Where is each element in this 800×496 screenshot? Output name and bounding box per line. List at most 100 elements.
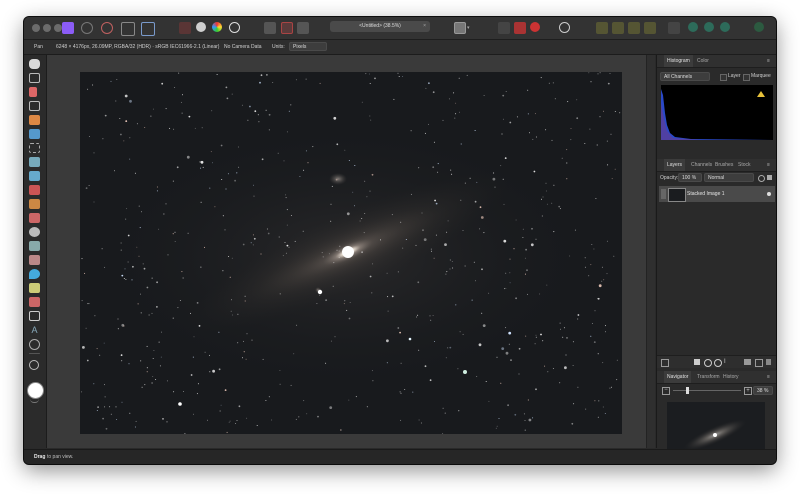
hand-tool-icon[interactable] xyxy=(29,59,40,69)
tab-color[interactable]: Color xyxy=(697,55,709,67)
photo-persona-icon[interactable] xyxy=(62,22,74,34)
liquify-persona-icon[interactable] xyxy=(81,22,93,34)
boolean-add-icon[interactable] xyxy=(688,22,698,32)
primary-color-swatch[interactable] xyxy=(27,382,44,399)
astro-photo[interactable] xyxy=(80,72,622,434)
arrange-icon[interactable] xyxy=(596,22,608,34)
minimize-window-button[interactable] xyxy=(43,24,51,32)
tone-mapping-persona-icon[interactable] xyxy=(121,22,135,36)
sharpen-brush-icon[interactable] xyxy=(29,269,40,279)
star xyxy=(590,335,592,337)
pen-tool-icon[interactable] xyxy=(29,283,40,293)
units-select[interactable]: Pixels xyxy=(289,42,327,51)
tab-layers[interactable]: Layers xyxy=(664,159,686,171)
paint-brush-icon[interactable] xyxy=(29,171,40,181)
blur-brush-icon[interactable] xyxy=(29,255,40,265)
zoom-value: 38 % xyxy=(757,388,769,394)
tab-navigator[interactable]: Navigator xyxy=(664,371,692,383)
mode-mask-icon[interactable] xyxy=(264,22,276,34)
zoom-field[interactable]: 38 % xyxy=(753,386,773,395)
layers-panel-menu-icon[interactable]: ≡ xyxy=(767,159,770,171)
erase-brush-icon[interactable] xyxy=(29,185,40,195)
develop-persona-icon[interactable] xyxy=(101,22,113,34)
view-mode-icon[interactable] xyxy=(454,22,466,34)
tab-histogram[interactable]: Histogram xyxy=(664,55,693,67)
recording-icon[interactable] xyxy=(530,22,540,32)
brush-layer-icon[interactable]: I xyxy=(724,359,730,365)
tab-channels[interactable]: Channels xyxy=(691,159,712,171)
channels-select[interactable]: All Channels xyxy=(660,72,710,81)
star xyxy=(226,431,228,433)
layer-expand-icon[interactable] xyxy=(661,189,666,199)
rectangle-tool-icon[interactable] xyxy=(29,311,40,321)
zoom-tool-icon[interactable] xyxy=(29,360,39,370)
blend-mode-select[interactable]: Normal xyxy=(704,173,754,182)
lock-icon[interactable] xyxy=(767,175,772,180)
white-balance-icon[interactable] xyxy=(229,22,240,33)
close-tab-icon[interactable]: × xyxy=(423,21,426,32)
mode-select-icon[interactable] xyxy=(297,22,309,34)
layer-options-icon[interactable] xyxy=(661,359,669,367)
flood-select-icon[interactable] xyxy=(29,129,40,139)
tab-history[interactable]: History xyxy=(723,371,739,383)
marquee-tool-icon[interactable] xyxy=(29,143,40,153)
zoom-window-button[interactable] xyxy=(54,24,62,32)
star xyxy=(190,374,193,376)
move-tool-icon[interactable] xyxy=(29,73,40,83)
delete-layer-icon[interactable] xyxy=(766,359,771,365)
snapping-icon[interactable] xyxy=(514,22,526,34)
chevron-down-icon[interactable]: ▾ xyxy=(467,26,472,31)
zoom-in-button[interactable]: + xyxy=(744,387,752,395)
canvas-area[interactable] xyxy=(47,55,655,448)
gear-icon[interactable] xyxy=(758,175,765,182)
align-icon[interactable] xyxy=(668,22,680,34)
tab-brushes[interactable]: Brushes xyxy=(715,159,733,171)
mesh-warp-icon[interactable] xyxy=(29,339,40,350)
panel-menu-icon[interactable]: ≡ xyxy=(767,55,770,67)
arrange-back-icon[interactable] xyxy=(644,22,656,34)
zoom-out-button[interactable]: − xyxy=(662,387,670,395)
dodge-brush-icon[interactable] xyxy=(29,199,40,209)
swap-colors-icon[interactable] xyxy=(30,399,39,403)
live-filter-icon[interactable] xyxy=(714,359,722,367)
group-layers-icon[interactable] xyxy=(744,359,751,365)
zoom-slider-thumb[interactable] xyxy=(686,387,689,394)
clone-brush-icon[interactable] xyxy=(29,213,40,223)
marquee-checkbox[interactable] xyxy=(743,74,750,81)
mask-layer-icon[interactable] xyxy=(694,359,700,365)
text-tool-icon[interactable]: A xyxy=(29,325,40,335)
vertical-scrollbar[interactable] xyxy=(646,55,655,448)
red-eye-icon[interactable] xyxy=(29,227,40,237)
export-persona-icon[interactable] xyxy=(141,22,155,36)
smudge-brush-icon[interactable] xyxy=(29,241,40,251)
layer-checkbox[interactable] xyxy=(720,74,727,81)
layer-row[interactable]: Stacked Image 1 xyxy=(659,186,775,202)
boolean-intersect-icon[interactable] xyxy=(720,22,730,32)
arrange-forward-icon[interactable] xyxy=(612,22,624,34)
boolean-subtract-icon[interactable] xyxy=(704,22,714,32)
selection-brush-icon[interactable] xyxy=(29,115,40,125)
add-layer-icon[interactable] xyxy=(755,359,763,367)
crop-tool-icon[interactable] xyxy=(29,101,40,111)
arrange-backward-icon[interactable] xyxy=(628,22,640,34)
user-account-icon[interactable] xyxy=(754,22,764,32)
layer-visibility-icon[interactable] xyxy=(767,192,771,196)
mode-quick-mask-icon[interactable] xyxy=(281,22,293,34)
tab-stock[interactable]: Stock xyxy=(738,159,751,171)
assistant-icon[interactable] xyxy=(498,22,510,34)
opacity-field[interactable]: 100 % xyxy=(678,173,702,182)
document-tab[interactable]: <Untitled> (38.5%) × xyxy=(330,21,430,32)
auto-colors-icon[interactable] xyxy=(212,22,222,32)
color-picker-icon[interactable] xyxy=(29,87,37,97)
help-chat-icon[interactable] xyxy=(559,22,570,33)
close-window-button[interactable] xyxy=(32,24,40,32)
tab-transform[interactable]: Transform xyxy=(697,371,720,383)
node-tool-icon[interactable] xyxy=(29,297,40,307)
flood-fill-icon[interactable] xyxy=(29,157,40,167)
levels-icon[interactable] xyxy=(179,22,191,34)
adjustment-layer-icon[interactable] xyxy=(704,359,712,367)
zoom-slider-track[interactable] xyxy=(673,387,741,394)
bright-star xyxy=(408,337,412,341)
navigator-menu-icon[interactable]: ≡ xyxy=(767,371,770,383)
auto-contrast-icon[interactable] xyxy=(196,22,206,32)
